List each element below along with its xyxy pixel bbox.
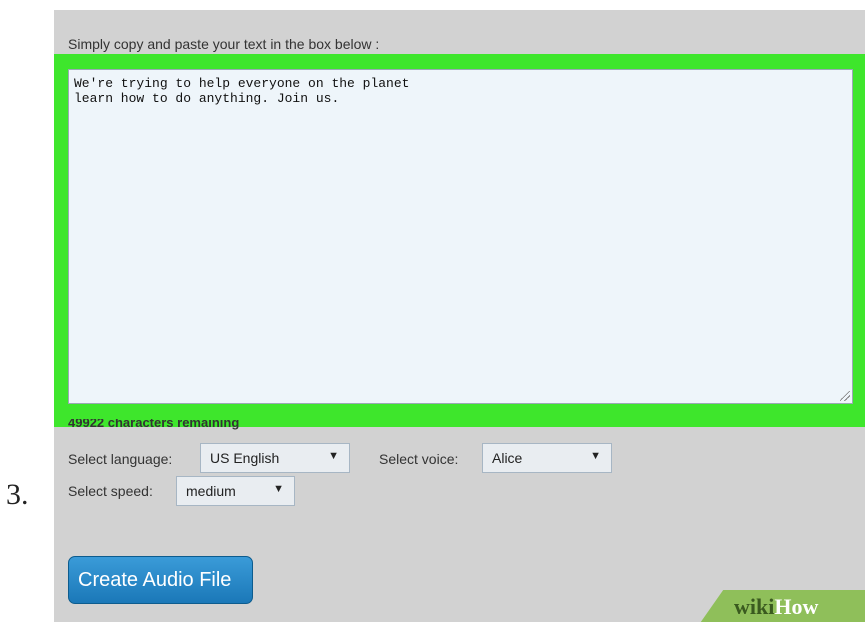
tts-form-panel: Simply copy and paste your text in the b…: [54, 10, 865, 622]
chevron-down-icon: ▼: [273, 483, 284, 495]
text-input-area[interactable]: We're trying to help everyone on the pla…: [68, 69, 853, 404]
voice-select[interactable]: Alice ▼: [482, 443, 612, 473]
step-number: 3.: [6, 478, 29, 511]
speed-label: Select speed:: [68, 483, 153, 499]
language-label: Select language:: [68, 451, 173, 467]
characters-remaining: 49922 characters remaining: [68, 419, 240, 430]
language-select[interactable]: US English ▼: [200, 443, 350, 473]
speed-select[interactable]: medium ▼: [176, 476, 295, 506]
voice-select-value: Alice: [492, 450, 523, 466]
language-select-value: US English: [210, 450, 280, 466]
wikihow-logo: wikiHow: [734, 594, 818, 620]
voice-label: Select voice:: [379, 451, 459, 467]
instruction-text: Simply copy and paste your text in the b…: [68, 36, 380, 52]
speed-select-value: medium: [186, 483, 236, 499]
create-audio-file-button[interactable]: Create Audio File: [68, 556, 253, 604]
wikihow-logo-part2: How: [774, 594, 819, 619]
chevron-down-icon: ▼: [590, 450, 601, 462]
wikihow-logo-part1: wiki: [734, 594, 775, 619]
chevron-down-icon: ▼: [328, 450, 339, 462]
